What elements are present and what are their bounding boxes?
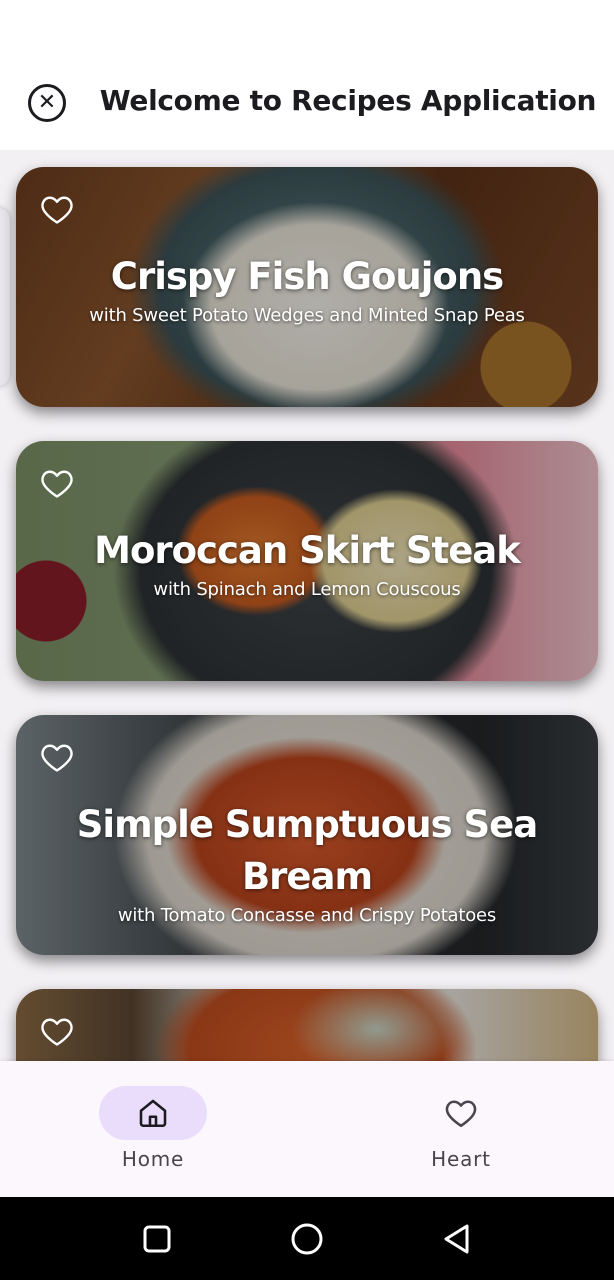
home-circle-icon[interactable]	[287, 1219, 327, 1259]
close-icon[interactable]: ✕	[28, 84, 66, 122]
app-bar: ✕ Welcome to Recipes Application	[0, 58, 614, 150]
status-bar	[0, 0, 614, 58]
recipe-title: Simple Sumptuous Sea Bream	[76, 803, 538, 898]
recipe-card[interactable]	[16, 989, 598, 1061]
bottom-navigation: Home Heart	[0, 1061, 614, 1197]
favorite-heart-icon[interactable]	[38, 739, 76, 775]
page-title: Welcome to Recipes Application	[99, 84, 597, 117]
recipe-card[interactable]: Simple Sumptuous Sea Bream with Tomato C…	[16, 715, 598, 955]
system-navigation-bar	[0, 1197, 614, 1280]
nav-label-heart: Heart	[431, 1147, 491, 1171]
recents-square-icon[interactable]	[137, 1219, 177, 1259]
recipe-subtitle: with Sweet Potato Wedges and Minted Snap…	[89, 305, 525, 326]
favorite-heart-icon[interactable]	[38, 465, 76, 501]
recipe-card[interactable]: Moroccan Skirt Steak with Spinach and Le…	[16, 441, 598, 681]
favorite-heart-icon[interactable]	[38, 191, 76, 227]
home-icon	[139, 1099, 167, 1128]
back-triangle-icon[interactable]	[437, 1219, 477, 1259]
nav-label-home: Home	[121, 1147, 185, 1171]
nav-item-home[interactable]: Home	[53, 1061, 253, 1197]
favorite-heart-icon[interactable]	[38, 1013, 76, 1049]
heart-icon	[445, 1100, 477, 1128]
recipe-subtitle: with Tomato Concasse and Crispy Potatoes	[117, 905, 497, 926]
recipe-card[interactable]: Crispy Fish Goujons with Sweet Potato We…	[16, 167, 598, 407]
recipe-subtitle: with Spinach and Lemon Couscous	[153, 579, 461, 600]
nav-item-heart[interactable]: Heart	[361, 1061, 561, 1197]
recipe-list[interactable]: Crispy Fish Goujons with Sweet Potato We…	[0, 150, 614, 1061]
recipe-title: Crispy Fish Goujons	[110, 255, 504, 298]
recipe-title: Moroccan Skirt Steak	[94, 529, 521, 572]
drawer-edge-handle[interactable]	[0, 208, 10, 386]
